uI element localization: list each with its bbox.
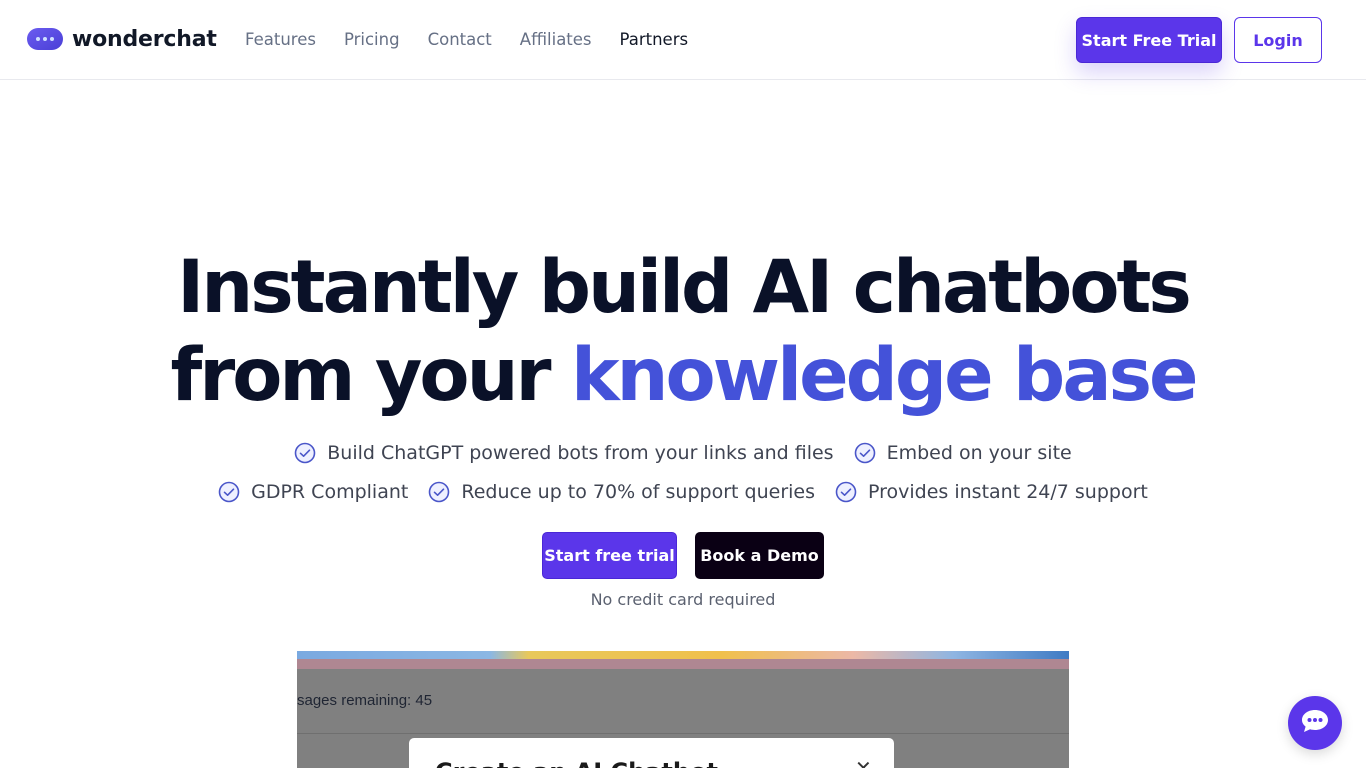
preview-gradient-bar [297, 651, 1069, 659]
feature-text: Build ChatGPT powered bots from your lin… [327, 442, 834, 464]
nav-contact[interactable]: Contact [428, 30, 492, 49]
check-circle-icon [835, 481, 857, 503]
modal-title: Create an AI Chatbot [435, 758, 718, 768]
nav-features[interactable]: Features [245, 30, 316, 49]
check-circle-icon [294, 442, 316, 464]
start-free-trial-button[interactable]: Start Free Trial [1076, 17, 1222, 63]
feature-item: Provides instant 24/7 support [835, 481, 1148, 503]
chat-dots-icon [1300, 708, 1330, 739]
feature-text: Embed on your site [886, 442, 1072, 464]
main-nav: Features Pricing Contact Affiliates Part… [245, 30, 688, 49]
nav-affiliates[interactable]: Affiliates [520, 30, 592, 49]
app-preview: sages remaining: 45 Create an AI Chatbot… [297, 651, 1069, 768]
create-chatbot-modal: Create an AI Chatbot ✕ [409, 738, 894, 768]
chat-widget-button[interactable] [1288, 696, 1342, 750]
feature-list-row1: Build ChatGPT powered bots from your lin… [0, 442, 1366, 464]
site-header: wonderchat Features Pricing Contact Affi… [0, 0, 1366, 80]
hero-title-line1: Instantly build AI chatbots [177, 245, 1192, 330]
chat-bubble-icon [27, 26, 63, 52]
preview-divider [297, 733, 1069, 734]
book-demo-button[interactable]: Book a Demo [695, 532, 824, 579]
nav-partners[interactable]: Partners [620, 30, 689, 49]
feature-item: Build ChatGPT powered bots from your lin… [294, 442, 834, 464]
start-free-trial-cta[interactable]: Start free trial [542, 532, 677, 579]
nav-pricing[interactable]: Pricing [344, 30, 400, 49]
feature-item: Reduce up to 70% of support queries [428, 481, 815, 503]
login-button[interactable]: Login [1234, 17, 1322, 63]
check-circle-icon [428, 481, 450, 503]
no-credit-card-note: No credit card required [590, 590, 776, 609]
logo[interactable]: wonderchat [27, 26, 217, 52]
close-icon[interactable]: ✕ [855, 758, 872, 768]
logo-text: wonderchat [72, 26, 217, 52]
preview-subbar [297, 659, 1069, 669]
check-circle-icon [218, 481, 240, 503]
check-circle-icon [854, 442, 876, 464]
feature-item: Embed on your site [854, 442, 1072, 464]
messages-remaining: sages remaining: 45 [297, 692, 433, 709]
feature-list-row2: GDPR Compliant Reduce up to 70% of suppo… [0, 481, 1366, 503]
hero-title: Instantly build AI chatbots from your kn… [0, 244, 1366, 420]
feature-text: GDPR Compliant [251, 481, 409, 503]
feature-text: Provides instant 24/7 support [868, 481, 1148, 503]
feature-text: Reduce up to 70% of support queries [461, 481, 815, 503]
hero-title-accent: knowledge base [570, 333, 1199, 418]
hero-title-line2: from your [170, 333, 551, 418]
cta-group: Start free trial Book a Demo [0, 532, 1366, 579]
feature-item: GDPR Compliant [218, 481, 408, 503]
